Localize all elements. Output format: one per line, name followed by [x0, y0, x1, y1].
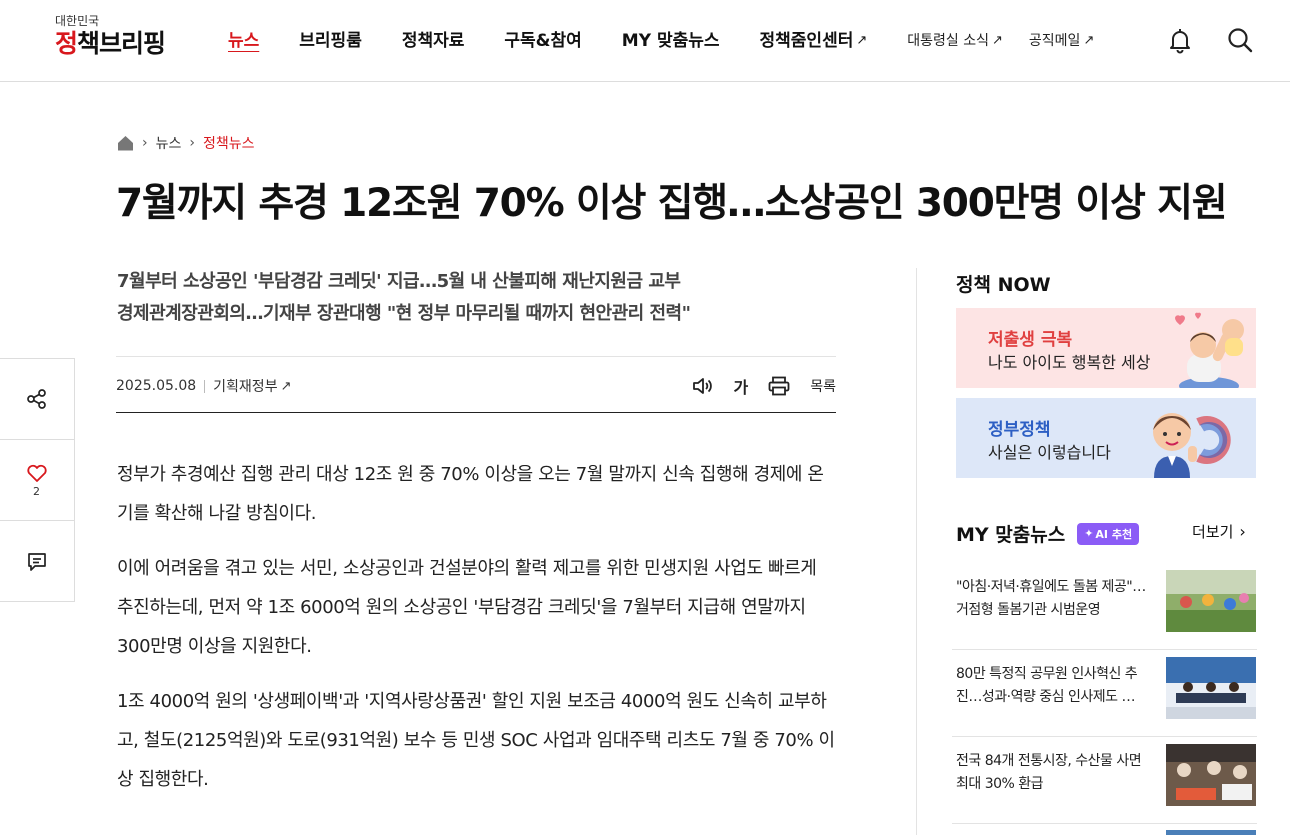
- banner-subtitle: 사실은 이렇습니다: [988, 443, 1111, 462]
- print-button[interactable]: [768, 376, 790, 396]
- breadcrumb: › 뉴스 › 정책뉴스: [117, 133, 255, 153]
- article-date: 2025.05.08: [116, 378, 197, 394]
- home-icon[interactable]: [117, 135, 134, 151]
- list-button[interactable]: 목록: [810, 376, 836, 396]
- chevron-right-icon: ›: [1239, 522, 1246, 541]
- chevron-right-icon: ›: [189, 135, 195, 151]
- news-item-title: "아침·저녁·휴일에도 돌봄 제공"…거점형 돌봄기관 시범운영: [956, 579, 1146, 618]
- article-tools: 가 목록: [672, 374, 836, 398]
- comment-icon: [27, 552, 46, 571]
- banner-title: 정부정책: [988, 420, 1051, 440]
- floating-action-bar: 2: [0, 358, 75, 602]
- policy-now-title: 정책 NOW: [956, 274, 1051, 296]
- article-paragraph: 이에 어려움을 겪고 있는 서민, 소상공인과 건설분야의 활력 제고를 위한 …: [117, 558, 817, 657]
- nav-item-subscribe[interactable]: 구독&참여: [504, 30, 581, 52]
- my-news-item[interactable]: 전국 84개 전통시장, 수산물 사면 최대 30% 환급: [952, 744, 1257, 824]
- news-thumbnail: [1166, 570, 1256, 632]
- article-meta: 2025.05.08 기획재정부 ↗ 가 목록: [116, 374, 836, 398]
- share-icon: [26, 389, 46, 409]
- external-link-icon: ↗: [1083, 33, 1095, 48]
- my-news-item[interactable]: 80만 특정직 공무원 인사혁신 추진…성과·역량 중심 인사제도 …: [952, 657, 1257, 737]
- mascot-illustration: [1153, 413, 1231, 478]
- subtitle-line: 경제관계장관회의…기재부 장관대행 "현 정부 마무리될 때까지 현안관리 전력…: [117, 303, 691, 324]
- like-button[interactable]: 2: [0, 440, 74, 521]
- news-thumbnail: [1166, 830, 1256, 835]
- heart-icon: [26, 464, 47, 482]
- logo-subtitle: 대한민국: [55, 14, 100, 28]
- ai-recommend-badge: ✦ AI 추천: [1077, 522, 1140, 545]
- nav-item-policy-zoomin[interactable]: 정책줌인센터 ↗: [760, 30, 868, 52]
- share-button[interactable]: [0, 359, 74, 440]
- divider: [116, 412, 836, 413]
- external-link-icon: ↗: [280, 378, 292, 394]
- speaker-icon: [692, 378, 712, 394]
- logo-title: 정책브리핑: [55, 29, 166, 58]
- font-size-button[interactable]: 가: [734, 374, 749, 398]
- comment-button[interactable]: [0, 521, 74, 602]
- nav-item-policy-data[interactable]: 정책자료: [402, 30, 465, 52]
- breadcrumb-news[interactable]: 뉴스: [156, 133, 182, 153]
- banner-fact-check[interactable]: 정부정책 사실은 이렇습니다: [956, 398, 1256, 478]
- my-news-title: MY 맞춤뉴스 ✦ AI 추천: [956, 520, 1140, 547]
- my-news-item[interactable]: "아침·저녁·휴일에도 돌봄 제공"…거점형 돌봄기관 시범운영: [952, 570, 1257, 650]
- article-body: 정부가 추경예산 집행 관리 대상 12조 원 중 70% 이상을 오는 7월 …: [117, 455, 837, 815]
- news-thumbnail: [1166, 657, 1256, 719]
- parent-child-illustration: [1175, 312, 1244, 388]
- nav-item-president-office[interactable]: 대통령실 소식 ↗: [907, 30, 1003, 52]
- subtitle-line: 7월부터 소상공인 '부담경감 크레딧' 지급…5월 내 산불피해 재난지원금 …: [117, 271, 681, 292]
- divider: [116, 356, 836, 357]
- banner-subtitle: 나도 아이도 행복한 세상: [988, 353, 1151, 372]
- sidebar-divider: [916, 268, 917, 835]
- listen-button[interactable]: [692, 376, 714, 396]
- news-item-title: 80만 특정직 공무원 인사혁신 추진…성과·역량 중심 인사제도 …: [956, 666, 1138, 705]
- nav-item-official-mail[interactable]: 공직메일 ↗: [1029, 30, 1094, 52]
- print-icon: [768, 376, 790, 396]
- breadcrumb-policy-news[interactable]: 정책뉴스: [203, 133, 255, 153]
- news-thumbnail: [1166, 744, 1256, 806]
- external-link-icon: ↗: [992, 33, 1003, 48]
- banner-title: 저출생 극복: [988, 330, 1073, 350]
- more-button[interactable]: 더보기 ›: [1192, 521, 1246, 542]
- chevron-right-icon: ›: [142, 135, 148, 151]
- banner-low-birth-rate[interactable]: 저출생 극복 나도 아이도 행복한 세상: [956, 308, 1256, 388]
- site-logo[interactable]: 대한민국 정책브리핑: [55, 14, 166, 59]
- search-icon[interactable]: [1226, 26, 1254, 54]
- nav-item-briefing-room[interactable]: 브리핑룸: [299, 30, 362, 52]
- site-header: 대한민국 정책브리핑 뉴스 브리핑룸 정책자료 구독&참여 MY 맞춤뉴스 정책…: [0, 0, 1290, 82]
- article-title: 7월까지 추경 12조원 70% 이상 집행…소상공인 300만명 이상 지원: [116, 181, 1228, 226]
- article-paragraph: 정부가 추경예산 집행 관리 대상 12조 원 중 70% 이상을 오는 7월 …: [117, 464, 824, 524]
- article-subtitle: 7월부터 소상공인 '부담경감 크레딧' 지급…5월 내 산불피해 재난지원금 …: [117, 266, 817, 330]
- divider: [204, 379, 206, 393]
- bell-icon[interactable]: [1166, 26, 1194, 54]
- article-paragraph: 1조 4000억 원의 '상생페이백'과 '지역사랑상품권' 할인 지원 보조금…: [117, 691, 835, 790]
- news-item-title: 전국 84개 전통시장, 수산물 사면 최대 30% 환급: [956, 753, 1142, 792]
- like-count: 2: [33, 484, 40, 498]
- nav-item-news[interactable]: 뉴스: [228, 30, 259, 52]
- nav-item-my-news[interactable]: MY 맞춤뉴스: [622, 30, 720, 52]
- article-department-link[interactable]: 기획재정부 ↗: [213, 376, 291, 396]
- external-link-icon: ↗: [856, 33, 868, 48]
- main-nav: 뉴스 브리핑룸 정책자료 구독&참여 MY 맞춤뉴스 정책줌인센터 ↗ 대통령실 …: [228, 30, 1120, 52]
